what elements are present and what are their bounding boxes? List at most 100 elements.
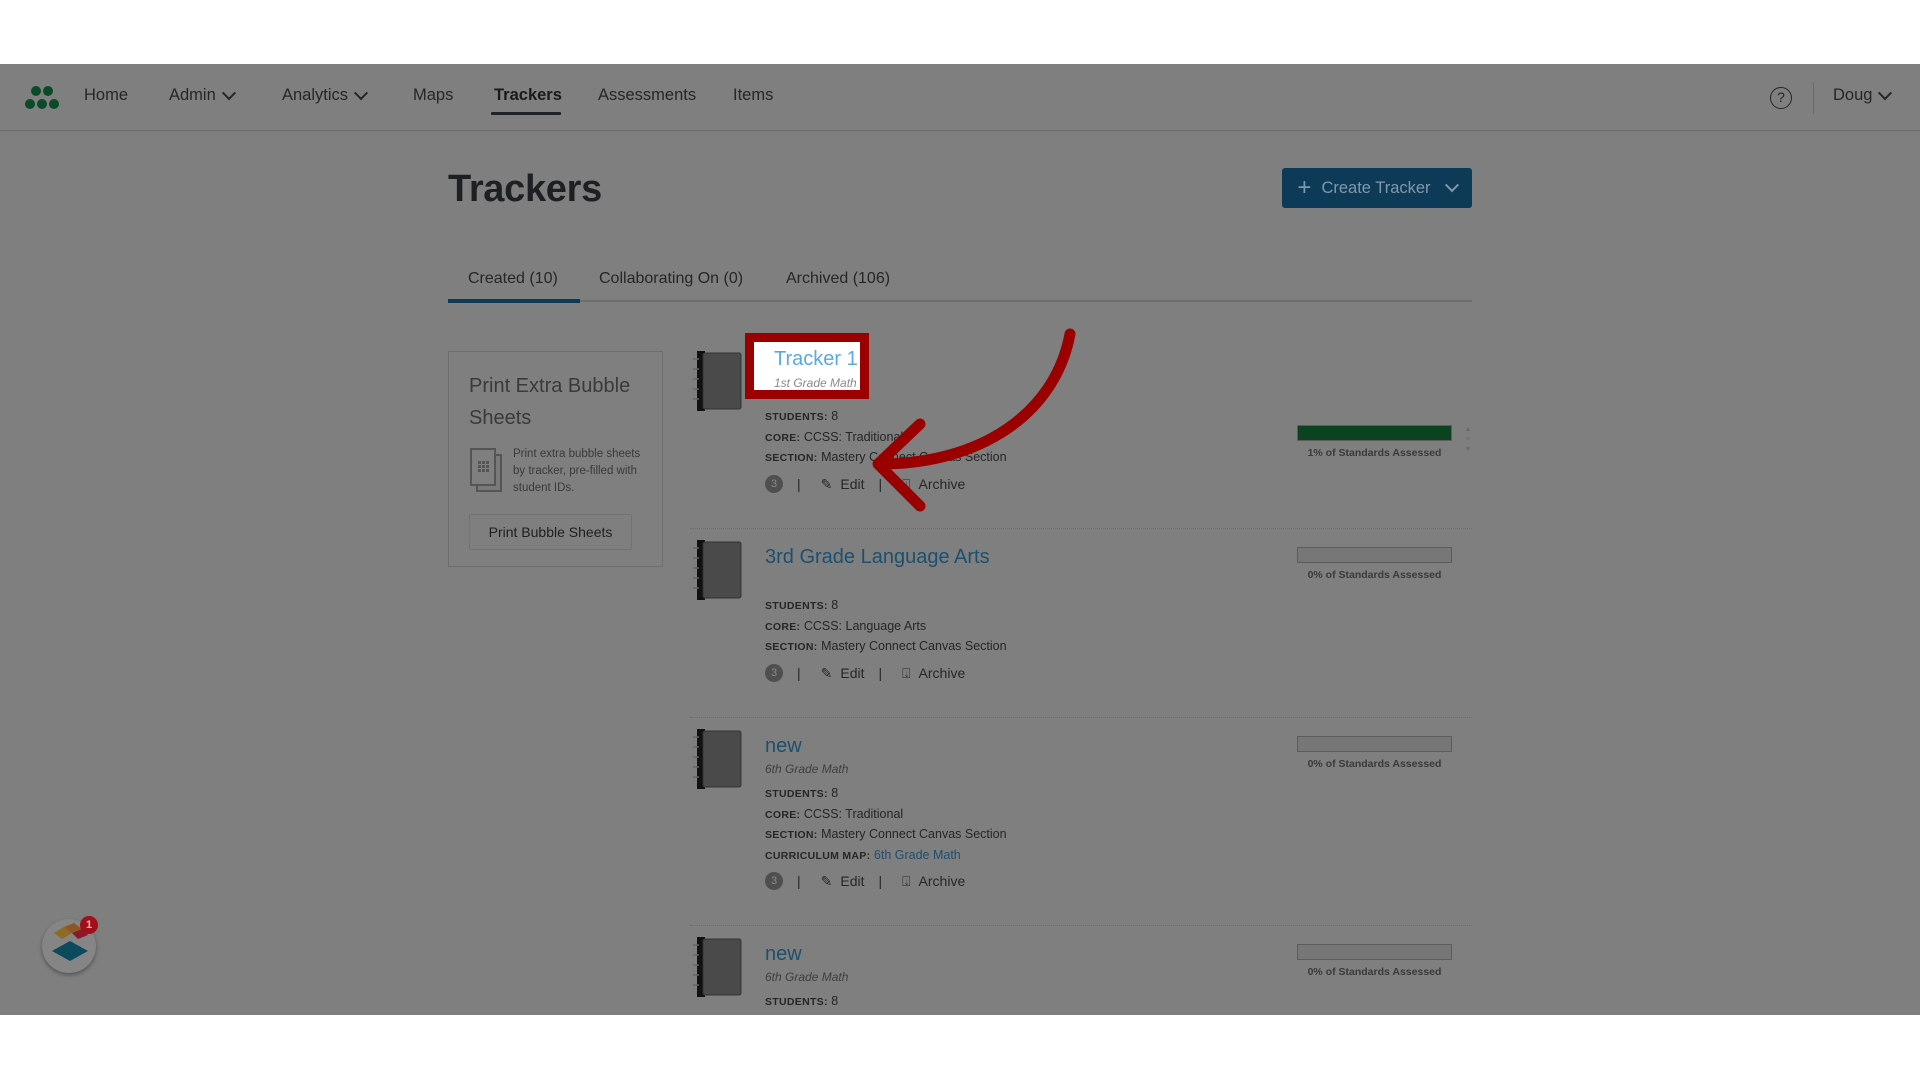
tracker-actions: 3 | ✎ Edit | ⍗ Archive bbox=[765, 664, 965, 682]
progress-fill bbox=[1298, 426, 1451, 440]
print-bubble-sheets-button[interactable]: Print Bubble Sheets bbox=[469, 514, 632, 550]
panel-title: Print Extra Bubble Sheets bbox=[469, 375, 631, 429]
nav-assessments[interactable]: Assessments bbox=[598, 86, 696, 105]
separator: | bbox=[797, 476, 801, 492]
binder-icon bbox=[693, 937, 742, 997]
nav-home-label: Home bbox=[84, 86, 129, 104]
students-value: 8 bbox=[831, 409, 839, 423]
edit-button[interactable]: ✎ Edit bbox=[821, 665, 865, 682]
tracker-subtitle: 6th Grade Math bbox=[765, 970, 849, 984]
separator: | bbox=[797, 873, 801, 889]
pencil-icon: ✎ bbox=[820, 475, 833, 492]
separator: | bbox=[878, 665, 883, 681]
count-badge[interactable]: 3 bbox=[765, 872, 783, 890]
archive-button[interactable]: ⍗ Archive bbox=[902, 873, 965, 890]
highlighted-tracker-title[interactable]: Tracker 1 bbox=[774, 348, 858, 371]
annotation-highlight-box: Tracker 1 1st Grade Math bbox=[745, 333, 869, 399]
dimmed-app-screen: Home Admin Analytics Maps Trackers Asses… bbox=[0, 64, 1920, 1015]
tracker-details: STUDENTS: 8 CORE: CCSS: Traditional SECT… bbox=[765, 784, 1007, 866]
create-tracker-label: Create Tracker bbox=[1321, 178, 1431, 197]
archive-icon: ⍗ bbox=[902, 664, 911, 681]
chevron-down-icon bbox=[353, 85, 369, 100]
tab-collaborating[interactable]: Collaborating On (0) bbox=[599, 270, 743, 288]
nav-maps[interactable]: Maps bbox=[413, 86, 453, 105]
core-value: CCSS: Traditional bbox=[803, 806, 904, 821]
tracker-actions: 3 | ✎ Edit | ⍗ Archive bbox=[765, 872, 965, 890]
tracker-title-link[interactable]: new bbox=[765, 735, 802, 758]
count-badge[interactable]: 3 bbox=[765, 664, 783, 682]
students-label: STUDENTS: bbox=[765, 996, 828, 1008]
pencil-icon: ✎ bbox=[820, 872, 833, 889]
tracker-subtitle: 6th Grade Math bbox=[765, 762, 849, 776]
edit-button[interactable]: ✎ Edit bbox=[821, 873, 865, 890]
section-label: SECTION: bbox=[765, 452, 818, 465]
binder-icon bbox=[693, 729, 742, 789]
students-value: 8 bbox=[831, 994, 839, 1008]
notification-badge: 1 bbox=[80, 916, 98, 934]
nav-items[interactable]: Items bbox=[733, 86, 773, 105]
nav-home[interactable]: Home bbox=[84, 86, 128, 105]
edit-button[interactable]: ✎ Edit bbox=[821, 476, 865, 493]
print-bubble-sheets-panel: Print Extra Bubble Sheets Print extra bu… bbox=[448, 351, 663, 567]
core-label: CORE: bbox=[765, 620, 801, 633]
standards-progress-bar bbox=[1297, 736, 1452, 752]
tracker-title-link[interactable]: new bbox=[765, 943, 802, 966]
tracker-title-link[interactable]: 3rd Grade Language Arts bbox=[765, 546, 990, 569]
move-up-icon[interactable]: ▲ bbox=[1464, 425, 1472, 435]
panel-description: Print extra bubble sheets by tracker, pr… bbox=[513, 448, 641, 494]
nav-divider bbox=[1813, 82, 1814, 114]
nav-active-indicator bbox=[491, 112, 561, 115]
progress-label: 0% of Standards Assessed bbox=[1307, 569, 1442, 581]
user-menu[interactable]: Doug bbox=[1833, 85, 1893, 105]
students-value: 8 bbox=[831, 786, 839, 800]
tracker-details: STUDENTS: 8 CORE: CCSS: Language Arts SE… bbox=[765, 596, 1007, 658]
nav-analytics-label: Analytics bbox=[282, 86, 349, 104]
help-icon[interactable]: ? bbox=[1770, 87, 1792, 109]
curriculum-map-link[interactable]: 6th Grade Math bbox=[874, 848, 961, 862]
move-down-icon[interactable]: ▼ bbox=[1464, 445, 1472, 455]
highlighted-tracker-subtitle: 1st Grade Math bbox=[774, 376, 857, 390]
progress-label: 1% of Standards Assessed bbox=[1307, 447, 1442, 459]
core-value: CCSS: Language Arts bbox=[803, 618, 927, 633]
archive-icon: ⍗ bbox=[902, 872, 911, 889]
separator: | bbox=[878, 873, 883, 889]
nav-items-label: Items bbox=[733, 86, 774, 104]
annotation-arrow-icon bbox=[872, 328, 1076, 512]
count-badge[interactable]: 3 bbox=[765, 475, 783, 493]
create-tracker-button[interactable]: + Create Tracker bbox=[1282, 168, 1472, 208]
section-label: SECTION: bbox=[765, 641, 818, 654]
nav-assessments-label: Assessments bbox=[598, 86, 697, 104]
standards-progress-bar bbox=[1297, 944, 1452, 960]
divider bbox=[690, 528, 1472, 529]
students-value: 8 bbox=[831, 598, 839, 612]
edit-label: Edit bbox=[840, 665, 865, 681]
nav-admin-label: Admin bbox=[169, 86, 216, 104]
nav-maps-label: Maps bbox=[413, 86, 454, 104]
tab-created[interactable]: Created (10) bbox=[468, 270, 558, 288]
archive-label: Archive bbox=[918, 665, 966, 681]
chevron-down-icon bbox=[1878, 85, 1893, 100]
archive-button[interactable]: ⍗ Archive bbox=[902, 665, 965, 682]
chevron-down-icon bbox=[221, 85, 236, 100]
reorder-handle[interactable]: ▲ ≡ ▼ bbox=[1464, 425, 1472, 455]
plus-icon: + bbox=[1297, 174, 1312, 201]
divider bbox=[690, 925, 1472, 926]
nav-admin[interactable]: Admin bbox=[169, 85, 236, 105]
top-nav: Home Admin Analytics Maps Trackers Asses… bbox=[0, 64, 1920, 131]
bubble-sheet-icon bbox=[470, 448, 502, 492]
nav-analytics[interactable]: Analytics bbox=[282, 85, 369, 105]
nav-trackers-label: Trackers bbox=[494, 86, 562, 104]
standards-progress-bar bbox=[1297, 547, 1452, 563]
nav-trackers[interactable]: Trackers bbox=[494, 86, 562, 105]
section-value: Mastery Connect Canvas Section bbox=[821, 639, 1007, 654]
drag-icon[interactable]: ≡ bbox=[1464, 435, 1472, 445]
user-name: Doug bbox=[1833, 86, 1873, 104]
curriculum-map-label: CURRICULUM MAP: bbox=[765, 849, 871, 862]
section-value: Mastery Connect Canvas Section bbox=[821, 827, 1007, 842]
progress-label: 0% of Standards Assessed bbox=[1307, 966, 1442, 978]
progress-label: 0% of Standards Assessed bbox=[1307, 758, 1442, 770]
divider bbox=[690, 717, 1472, 718]
mastery-connect-logo[interactable] bbox=[24, 84, 64, 112]
students-label: STUDENTS: bbox=[765, 600, 828, 612]
binder-icon bbox=[693, 351, 742, 411]
